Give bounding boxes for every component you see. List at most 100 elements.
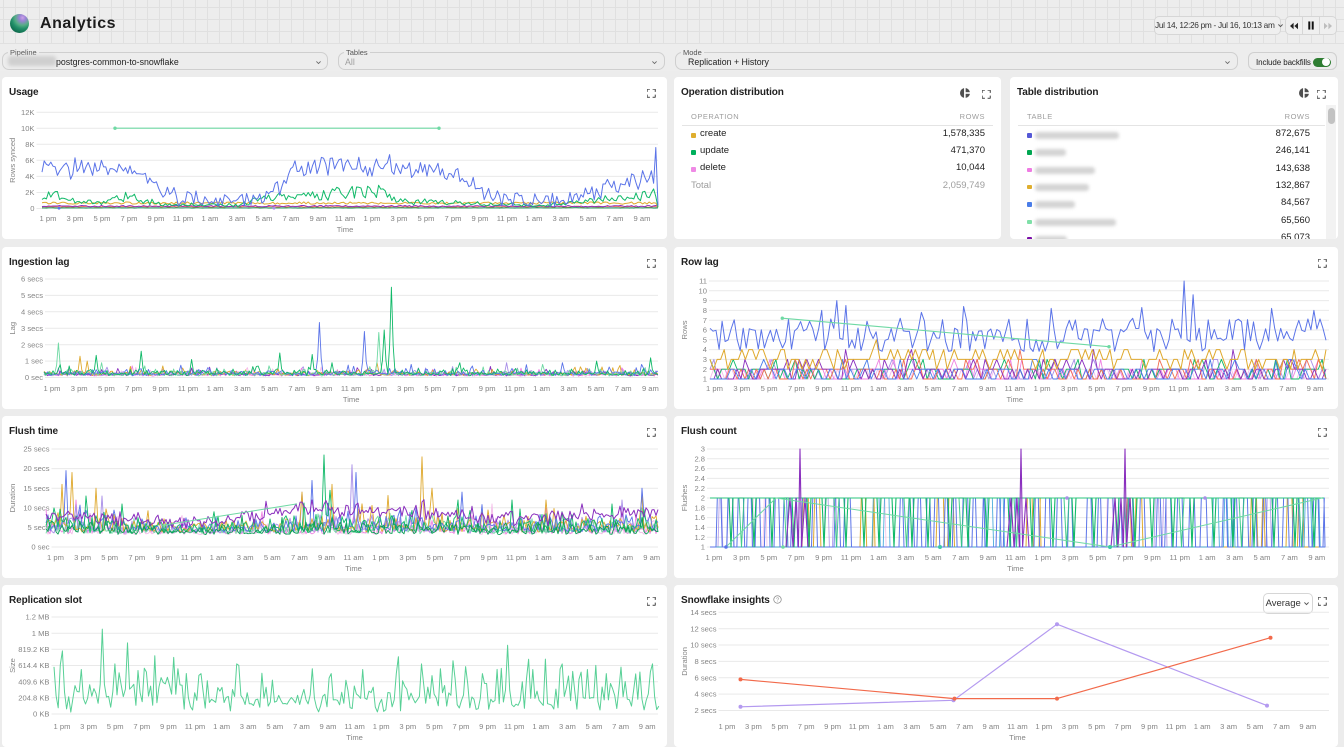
svg-text:5 am: 5 am xyxy=(266,722,283,731)
svg-text:9 am: 9 am xyxy=(318,553,335,562)
svg-text:7 pm: 7 pm xyxy=(121,214,138,223)
svg-text:7 pm: 7 pm xyxy=(1116,384,1133,393)
svg-text:7 pm: 7 pm xyxy=(128,553,145,562)
svg-text:1.2 MB: 1.2 MB xyxy=(25,613,49,622)
svg-text:Flushes: Flushes xyxy=(680,485,689,512)
svg-text:204.8 KB: 204.8 KB xyxy=(18,693,49,702)
svg-text:8: 8 xyxy=(703,306,707,315)
svg-text:7 am: 7 am xyxy=(952,553,969,562)
svg-text:11 pm: 11 pm xyxy=(841,384,862,393)
svg-text:1 am: 1 am xyxy=(202,214,219,223)
svg-text:3 pm: 3 pm xyxy=(733,553,750,562)
svg-text:7 pm: 7 pm xyxy=(788,553,805,562)
svg-text:5 pm: 5 pm xyxy=(771,722,788,731)
svg-text:3 pm: 3 pm xyxy=(745,722,762,731)
svg-text:4 secs: 4 secs xyxy=(21,307,43,316)
svg-text:5 am: 5 am xyxy=(588,384,605,393)
svg-text:9 am: 9 am xyxy=(983,722,1000,731)
svg-text:1 pm: 1 pm xyxy=(54,722,71,731)
svg-text:3 pm: 3 pm xyxy=(397,384,414,393)
svg-text:11 pm: 11 pm xyxy=(849,722,870,731)
svg-text:5 pm: 5 pm xyxy=(98,384,115,393)
svg-text:11 pm: 11 pm xyxy=(504,384,525,393)
svg-text:12K: 12K xyxy=(21,108,35,117)
svg-text:11 pm: 11 pm xyxy=(504,722,525,731)
svg-text:1 am: 1 am xyxy=(870,384,887,393)
svg-text:9 pm: 9 pm xyxy=(1141,722,1158,731)
svg-text:1 pm: 1 pm xyxy=(370,384,387,393)
svg-text:409.6 KB: 409.6 KB xyxy=(18,677,49,686)
svg-text:1 pm: 1 pm xyxy=(364,214,381,223)
svg-text:5 pm: 5 pm xyxy=(101,553,118,562)
svg-text:Lag: Lag xyxy=(8,322,17,335)
svg-text:5 pm: 5 pm xyxy=(418,214,435,223)
svg-text:3: 3 xyxy=(703,355,707,364)
svg-text:7 am: 7 am xyxy=(956,722,973,731)
svg-text:3 pm: 3 pm xyxy=(71,384,88,393)
svg-text:9 am: 9 am xyxy=(316,384,333,393)
svg-text:7 pm: 7 pm xyxy=(133,722,150,731)
svg-text:3 am: 3 am xyxy=(562,553,579,562)
svg-text:3 pm: 3 pm xyxy=(1062,553,1079,562)
svg-text:25 secs: 25 secs xyxy=(23,445,49,454)
svg-text:7 am: 7 am xyxy=(612,722,629,731)
svg-text:3 am: 3 am xyxy=(1220,722,1237,731)
svg-text:11 am: 11 am xyxy=(1005,553,1026,562)
svg-text:Time: Time xyxy=(337,225,354,234)
svg-text:9 am: 9 am xyxy=(1308,553,1325,562)
svg-text:9 pm: 9 pm xyxy=(155,553,172,562)
svg-text:5 secs: 5 secs xyxy=(21,291,43,300)
svg-text:7 pm: 7 pm xyxy=(453,722,470,731)
svg-text:Time: Time xyxy=(1009,733,1026,742)
svg-text:1.4: 1.4 xyxy=(694,523,705,532)
svg-text:8K: 8K xyxy=(25,140,34,149)
svg-text:7 am: 7 am xyxy=(616,553,633,562)
svg-text:3 am: 3 am xyxy=(559,722,576,731)
svg-text:1 am: 1 am xyxy=(213,722,230,731)
svg-text:3 pm: 3 pm xyxy=(733,384,750,393)
svg-text:5 pm: 5 pm xyxy=(761,384,778,393)
svg-text:3 am: 3 am xyxy=(240,722,257,731)
svg-text:1 MB: 1 MB xyxy=(32,629,50,638)
svg-text:9 pm: 9 pm xyxy=(824,722,841,731)
svg-text:5 pm: 5 pm xyxy=(426,722,443,731)
svg-text:5 am: 5 am xyxy=(930,722,947,731)
svg-text:14 secs: 14 secs xyxy=(690,608,716,617)
svg-text:1 am: 1 am xyxy=(1194,722,1211,731)
svg-text:7 am: 7 am xyxy=(1279,384,1296,393)
svg-text:2.2: 2.2 xyxy=(694,484,705,493)
svg-text:11 pm: 11 pm xyxy=(841,553,862,562)
svg-text:1 am: 1 am xyxy=(535,553,552,562)
svg-text:7 pm: 7 pm xyxy=(788,384,805,393)
svg-text:3 secs: 3 secs xyxy=(21,324,43,333)
svg-text:2.6: 2.6 xyxy=(694,464,705,473)
svg-text:7 am: 7 am xyxy=(293,722,310,731)
svg-text:11 pm: 11 pm xyxy=(185,722,206,731)
svg-text:0 sec: 0 sec xyxy=(31,543,49,552)
svg-text:Size: Size xyxy=(8,658,17,673)
svg-text:3 pm: 3 pm xyxy=(1062,722,1079,731)
svg-text:3 pm: 3 pm xyxy=(399,553,416,562)
svg-text:5 pm: 5 pm xyxy=(1088,722,1105,731)
svg-text:7 am: 7 am xyxy=(291,553,308,562)
svg-text:5 am: 5 am xyxy=(1252,384,1269,393)
svg-text:7 pm: 7 pm xyxy=(1115,722,1132,731)
svg-text:1 pm: 1 pm xyxy=(40,214,57,223)
svg-text:2.8: 2.8 xyxy=(694,454,705,463)
svg-text:2.4: 2.4 xyxy=(694,474,705,483)
svg-text:1 am: 1 am xyxy=(1197,384,1214,393)
svg-text:Rows synced: Rows synced xyxy=(8,138,17,183)
svg-text:11 am: 11 am xyxy=(335,214,356,223)
svg-text:3 am: 3 am xyxy=(1225,384,1242,393)
svg-text:1 am: 1 am xyxy=(210,553,227,562)
svg-text:3 am: 3 am xyxy=(897,553,914,562)
svg-text:1 am: 1 am xyxy=(1199,553,1216,562)
svg-text:5 am: 5 am xyxy=(1254,553,1271,562)
svg-text:1 am: 1 am xyxy=(526,214,543,223)
svg-text:1.2: 1.2 xyxy=(694,533,705,542)
svg-text:Rows: Rows xyxy=(680,320,689,339)
svg-text:3 am: 3 am xyxy=(229,214,246,223)
svg-text:5 am: 5 am xyxy=(1247,722,1264,731)
svg-text:11 pm: 11 pm xyxy=(506,553,527,562)
svg-text:11 pm: 11 pm xyxy=(1168,384,1189,393)
